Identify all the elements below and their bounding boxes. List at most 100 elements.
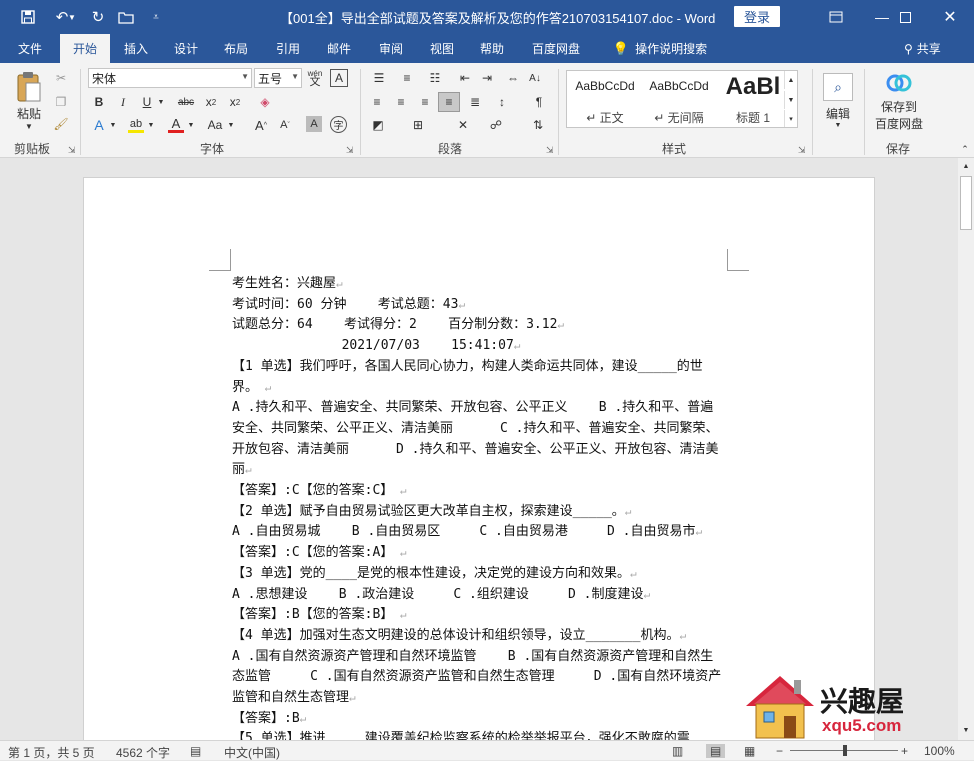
bold-icon[interactable]: B: [90, 93, 108, 111]
increase-indent-icon[interactable]: ⇥: [478, 69, 496, 87]
ribbon-display-options-icon[interactable]: [814, 0, 858, 34]
page-count[interactable]: 第 1 页，共 5 页: [8, 744, 95, 761]
align-right-icon[interactable]: ≡: [416, 93, 434, 111]
chevron-down-icon[interactable]: ▼: [146, 115, 156, 135]
zoom-out-icon[interactable]: −: [776, 744, 783, 758]
grow-font-icon[interactable]: A ^: [252, 115, 270, 135]
phonetic-guide-icon[interactable]: wén 文: [305, 67, 325, 89]
word-count[interactable]: 4562 个字: [116, 744, 170, 761]
character-border-icon[interactable]: A: [330, 69, 348, 87]
style-heading-1[interactable]: AaBl 标题 1: [717, 71, 789, 128]
clipboard-launcher-icon[interactable]: ⇲: [68, 145, 76, 156]
character-shading-icon[interactable]: A: [306, 116, 322, 132]
zoom-in-icon[interactable]: +: [901, 744, 908, 758]
chevron-down-icon[interactable]: ▼: [226, 115, 236, 135]
styles-scroll-up-icon[interactable]: ▲: [784, 71, 797, 89]
bullets-icon[interactable]: ☰: [368, 69, 390, 87]
chevron-down-icon[interactable]: ▼: [108, 115, 118, 135]
underline-icon[interactable]: U: [138, 93, 156, 111]
decrease-indent-icon[interactable]: ⇤: [456, 69, 474, 87]
proofing-icon[interactable]: ▤: [190, 744, 201, 758]
print-layout-icon[interactable]: ▤: [706, 744, 726, 758]
tell-me-search[interactable]: 💡 操作说明搜索: [604, 34, 716, 63]
italic-icon[interactable]: I: [114, 93, 132, 111]
styles-more-icon[interactable]: ▾: [784, 110, 797, 127]
superscript-icon[interactable]: x2: [226, 93, 244, 111]
enclose-characters-icon[interactable]: 字: [330, 116, 347, 133]
shading-icon[interactable]: ◩: [368, 116, 388, 134]
tab-design[interactable]: 设计: [164, 34, 208, 63]
format-painter-icon[interactable]: 🖌: [52, 115, 70, 133]
customize-quick-access-icon[interactable]: ⩡: [142, 0, 170, 34]
style-no-spacing[interactable]: AaBbCcDd ↵ 无间隔: [643, 71, 715, 128]
style-normal[interactable]: AaBbCcDd ↵ 正文: [569, 71, 641, 128]
maximize-icon[interactable]: [883, 0, 927, 34]
tab-file[interactable]: 文件: [6, 34, 54, 63]
font-name-combo[interactable]: 宋体 ▼: [88, 68, 252, 88]
distributed-icon[interactable]: ≣: [466, 93, 484, 111]
paste-button[interactable]: 粘贴 ▼: [10, 67, 48, 135]
redo-icon[interactable]: ↻: [84, 0, 112, 34]
tab-mailings[interactable]: 邮件: [317, 34, 361, 63]
open-folder-icon[interactable]: [112, 0, 140, 34]
collapse-ribbon-icon[interactable]: ⌃: [958, 143, 972, 155]
copy-icon[interactable]: ❐: [52, 93, 70, 111]
login-button[interactable]: 登录: [734, 6, 780, 27]
borders-icon[interactable]: ⊞: [408, 116, 428, 134]
text-direction-icon[interactable]: ⇅: [528, 116, 548, 134]
cut-icon[interactable]: ✂: [52, 69, 70, 87]
tab-references[interactable]: 引用: [266, 34, 310, 63]
shrink-font-icon[interactable]: Aˇ: [276, 115, 294, 135]
editing-button[interactable]: ⌕ 编辑 ▼: [818, 67, 858, 135]
show-marks-icon[interactable]: ¶: [530, 93, 548, 111]
save-icon[interactable]: [14, 0, 42, 34]
clear-formatting-icon[interactable]: ◈: [256, 93, 274, 111]
web-layout-icon[interactable]: ▦: [744, 744, 755, 758]
undo-dropdown-icon[interactable]: ▼: [66, 0, 78, 34]
justify-icon[interactable]: ≡: [438, 92, 460, 112]
font-color-icon[interactable]: A: [166, 115, 186, 135]
tab-view[interactable]: 视图: [420, 34, 464, 63]
font-size-combo[interactable]: 五号 ▼: [254, 68, 302, 88]
chevron-down-icon[interactable]: ▼: [156, 93, 166, 111]
document-area[interactable]: 考生姓名：兴趣屋↵ 考试时间：60 分钟 考试总题：43↵ 试题总分：64 考试…: [0, 158, 958, 740]
vertical-scrollbar[interactable]: ▲ ▼: [958, 158, 974, 740]
tab-baidu-netdisk[interactable]: 百度网盘: [526, 34, 586, 63]
styles-scroll-down-icon[interactable]: ▼: [784, 91, 797, 109]
change-case-icon[interactable]: Aa: [204, 115, 226, 135]
document-body[interactable]: 考生姓名：兴趣屋↵ 考试时间：60 分钟 考试总题：43↵ 试题总分：64 考试…: [232, 274, 726, 740]
share-button[interactable]: ⚲ 共享: [904, 40, 941, 57]
chevron-down-icon[interactable]: ▼: [186, 115, 196, 135]
document-page[interactable]: 考生姓名：兴趣屋↵ 考试时间：60 分钟 考试总题：43↵ 试题总分：64 考试…: [83, 177, 875, 740]
chinese-layout-icon[interactable]: ⇔: [504, 69, 522, 87]
zoom-level[interactable]: 100%: [924, 744, 955, 758]
tab-home[interactable]: 开始: [60, 34, 110, 63]
paragraph-launcher-icon[interactable]: ⇲: [546, 145, 554, 156]
align-left-icon[interactable]: ≡: [368, 93, 386, 111]
scrollbar-thumb[interactable]: [960, 176, 972, 230]
highlight-color-icon[interactable]: ab: [126, 115, 146, 135]
scroll-up-icon[interactable]: ▲: [958, 160, 974, 172]
close-icon[interactable]: ✕: [928, 0, 972, 34]
read-mode-icon[interactable]: ▥: [672, 744, 683, 758]
tab-layout[interactable]: 布局: [214, 34, 258, 63]
tab-review[interactable]: 审阅: [369, 34, 413, 63]
tab-help[interactable]: 帮助: [470, 34, 514, 63]
multilevel-list-icon[interactable]: ☷: [424, 69, 446, 87]
save-to-baidu-button[interactable]: 保存到 百度网盘: [870, 69, 928, 135]
scroll-down-icon[interactable]: ▼: [958, 724, 974, 736]
subscript-icon[interactable]: x2: [202, 93, 220, 111]
language-status[interactable]: 中文(中国): [224, 744, 280, 761]
zoom-slider-thumb[interactable]: [843, 745, 847, 756]
font-launcher-icon[interactable]: ⇲: [346, 145, 354, 156]
asian-typography-icon[interactable]: ✕: [452, 116, 474, 134]
strikethrough-icon[interactable]: abc: [174, 93, 198, 111]
line-spacing-icon[interactable]: ↕: [492, 93, 512, 111]
numbering-icon[interactable]: ≡: [396, 69, 418, 87]
sort-icon[interactable]: A↓: [526, 69, 544, 87]
styles-launcher-icon[interactable]: ⇲: [798, 145, 806, 156]
tab-insert[interactable]: 插入: [114, 34, 158, 63]
text-effects-icon[interactable]: A: [90, 115, 108, 135]
align-center-icon[interactable]: ≡: [392, 93, 410, 111]
sort-direction-icon[interactable]: ☍: [486, 116, 506, 134]
